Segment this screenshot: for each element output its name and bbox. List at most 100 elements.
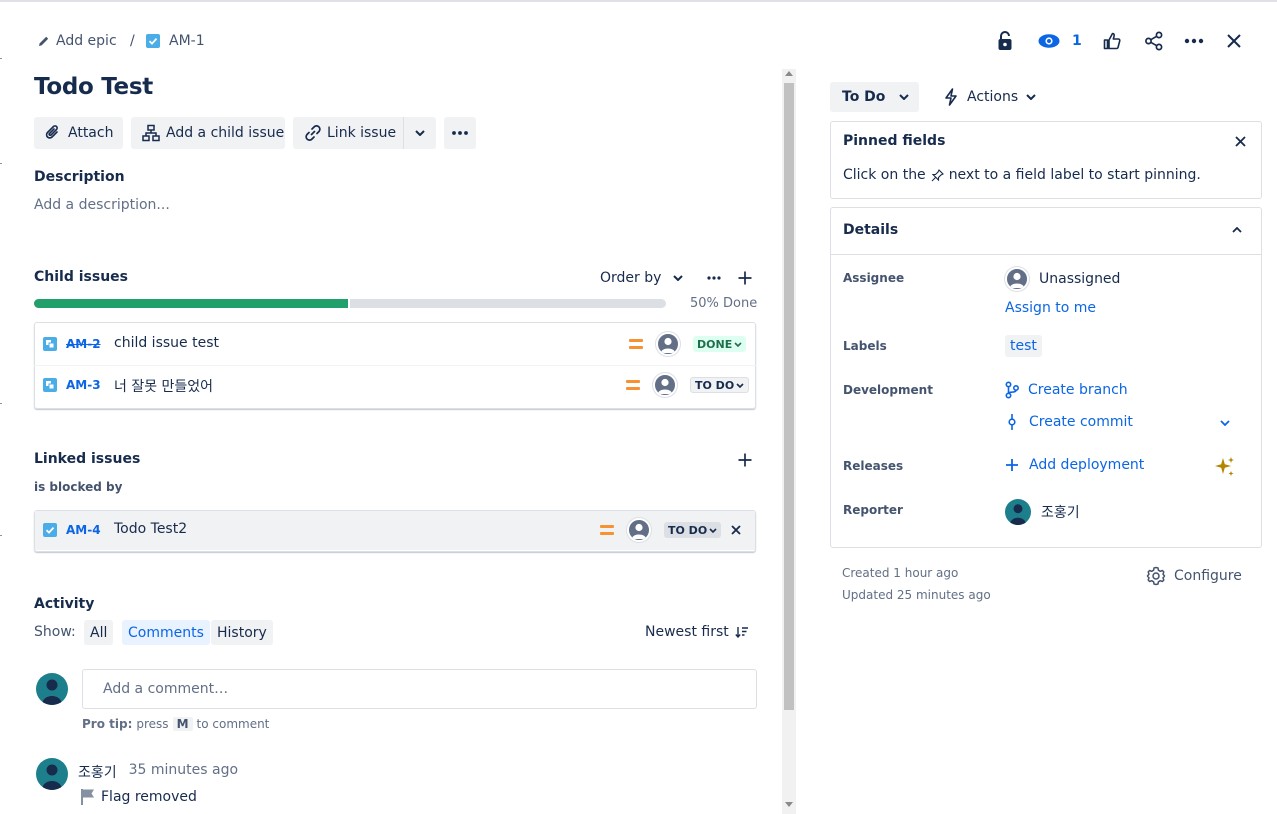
- subtask-icon: [43, 378, 57, 392]
- description-placeholder[interactable]: Add a description...: [34, 197, 170, 213]
- assignee-field[interactable]: Unassigned: [1005, 267, 1120, 291]
- child-issue-key[interactable]: AM-3: [66, 378, 101, 392]
- development-label: Development: [843, 383, 933, 397]
- link-issue-button[interactable]: Link issue: [293, 117, 403, 149]
- assignee-value: Unassigned: [1039, 271, 1121, 287]
- actions-label: Actions: [967, 89, 1019, 105]
- comment-input[interactable]: Add a comment…: [82, 669, 757, 709]
- tab-comments[interactable]: Comments: [122, 620, 210, 645]
- status-todo-badge[interactable]: TO DO: [664, 522, 722, 538]
- configure-button[interactable]: Configure: [1146, 565, 1242, 587]
- child-more-icon[interactable]: [707, 276, 721, 280]
- task-checkbox-icon: [146, 34, 160, 48]
- child-issue-summary[interactable]: 너 잘못 만들었어: [114, 376, 213, 396]
- current-user-avatar[interactable]: [36, 673, 68, 705]
- close-icon[interactable]: [1222, 29, 1246, 53]
- chevron-up-icon[interactable]: [1232, 227, 1242, 233]
- tab-all[interactable]: All: [84, 620, 114, 645]
- unassigned-avatar: [1005, 267, 1029, 291]
- task-checkbox-icon: [43, 523, 57, 537]
- create-commit-link[interactable]: Create commit: [1005, 413, 1133, 431]
- priority-medium-icon: [626, 380, 640, 390]
- pro-tip-press: press: [136, 717, 169, 731]
- scroll-down-arrow-icon[interactable]: [785, 802, 793, 807]
- create-commit-label: Create commit: [1029, 414, 1133, 430]
- window-top-border: [0, 0, 1277, 2]
- activity-author[interactable]: 조홍기: [78, 762, 117, 782]
- ai-sparkle-icon[interactable]: [1214, 456, 1236, 478]
- paperclip-icon: [44, 124, 62, 142]
- commit-icon: [1005, 413, 1019, 431]
- child-issue-summary[interactable]: child issue test: [114, 335, 219, 351]
- remove-link-icon[interactable]: [731, 525, 741, 535]
- issue-title[interactable]: Todo Test: [34, 74, 153, 100]
- details-panel: [830, 207, 1262, 548]
- pro-tip-rest: to comment: [196, 717, 270, 731]
- order-by-button[interactable]: Order by: [600, 266, 684, 290]
- close-pinned-icon[interactable]: [1235, 136, 1246, 147]
- unassigned-avatar[interactable]: [653, 373, 677, 397]
- assign-to-me-link[interactable]: Assign to me: [1005, 300, 1096, 316]
- scroll-up-arrow-icon[interactable]: [785, 71, 793, 76]
- tab-history[interactable]: History: [211, 620, 273, 645]
- sort-icon: [735, 626, 749, 638]
- linked-issue-summary[interactable]: Todo Test2: [114, 521, 187, 537]
- unassigned-avatar[interactable]: [627, 518, 651, 542]
- linked-issue-key[interactable]: AM-4: [66, 523, 101, 537]
- scrollbar-track[interactable]: [782, 69, 796, 814]
- actions-dropdown[interactable]: Actions: [943, 82, 1036, 112]
- edge-mark: [0, 163, 2, 164]
- child-issue-key[interactable]: AM-2: [66, 337, 101, 351]
- pinned-hint: Click on the next to a field label to st…: [843, 167, 1201, 183]
- child-issue-row[interactable]: AM-2 child issue test DONE: [34, 332, 756, 356]
- updated-text: Updated 25 minutes ago: [842, 588, 991, 602]
- details-heading[interactable]: Details: [843, 222, 898, 238]
- child-issues-heading: Child issues: [34, 269, 128, 285]
- thumbs-up-icon[interactable]: [1100, 29, 1124, 53]
- more-options-icon[interactable]: [1182, 29, 1206, 53]
- watch-button[interactable]: 1: [1038, 29, 1082, 53]
- more-actions-button[interactable]: [444, 117, 476, 149]
- status-done-badge[interactable]: DONE: [693, 336, 747, 352]
- author-avatar[interactable]: [36, 758, 68, 790]
- more-options-icon: [452, 131, 468, 135]
- button-divider: [403, 117, 404, 149]
- add-deployment-link[interactable]: Add deployment: [1005, 457, 1144, 473]
- status-todo-badge[interactable]: TO DO: [690, 377, 750, 393]
- sort-button[interactable]: Newest first: [645, 624, 749, 640]
- add-epic-label: Add epic: [56, 33, 117, 49]
- labels-label: Labels: [843, 339, 887, 353]
- status-dropdown[interactable]: To Do: [830, 82, 919, 112]
- add-child-issue-button[interactable]: Add a child issue: [131, 117, 285, 149]
- priority-medium-icon: [629, 339, 643, 349]
- add-link-plus-icon[interactable]: [738, 453, 752, 467]
- pinned-hint-after: next to a field label to start pinning.: [948, 167, 1201, 183]
- linked-issues-heading: Linked issues: [34, 451, 141, 467]
- add-child-plus-icon[interactable]: [738, 271, 752, 285]
- label-tag[interactable]: test: [1005, 335, 1042, 357]
- add-deployment-label: Add deployment: [1029, 457, 1145, 473]
- status-label: To Do: [842, 89, 886, 105]
- share-icon[interactable]: [1142, 29, 1166, 53]
- link-issue-dropdown[interactable]: [404, 117, 436, 149]
- add-epic-link[interactable]: Add epic: [38, 31, 117, 51]
- issue-key-link[interactable]: AM-1: [146, 31, 205, 51]
- hierarchy-icon: [142, 124, 160, 142]
- pro-tip: Pro tip: press M to comment: [82, 717, 269, 731]
- unassigned-avatar[interactable]: [656, 332, 680, 356]
- lock-icon[interactable]: [993, 29, 1017, 53]
- child-issue-row[interactable]: AM-3 너 잘못 만들었어 TO DO: [34, 373, 756, 397]
- link-relation-label: is blocked by: [34, 480, 123, 494]
- chevron-down-icon: [415, 130, 425, 136]
- assignee-label: Assignee: [843, 271, 905, 285]
- attach-button[interactable]: Attach: [34, 117, 123, 149]
- chevron-down-icon[interactable]: [1220, 420, 1230, 426]
- create-branch-link[interactable]: Create branch: [1005, 381, 1128, 399]
- scrollbar-thumb[interactable]: [784, 83, 794, 710]
- branch-icon: [1005, 381, 1019, 399]
- child-progress-bar: [34, 299, 666, 308]
- pin-icon: [931, 168, 944, 182]
- reporter-field[interactable]: 조홍기: [1005, 499, 1080, 525]
- edge-mark: [0, 58, 2, 59]
- linked-issue-row[interactable]: AM-4 Todo Test2 TO DO: [35, 511, 755, 550]
